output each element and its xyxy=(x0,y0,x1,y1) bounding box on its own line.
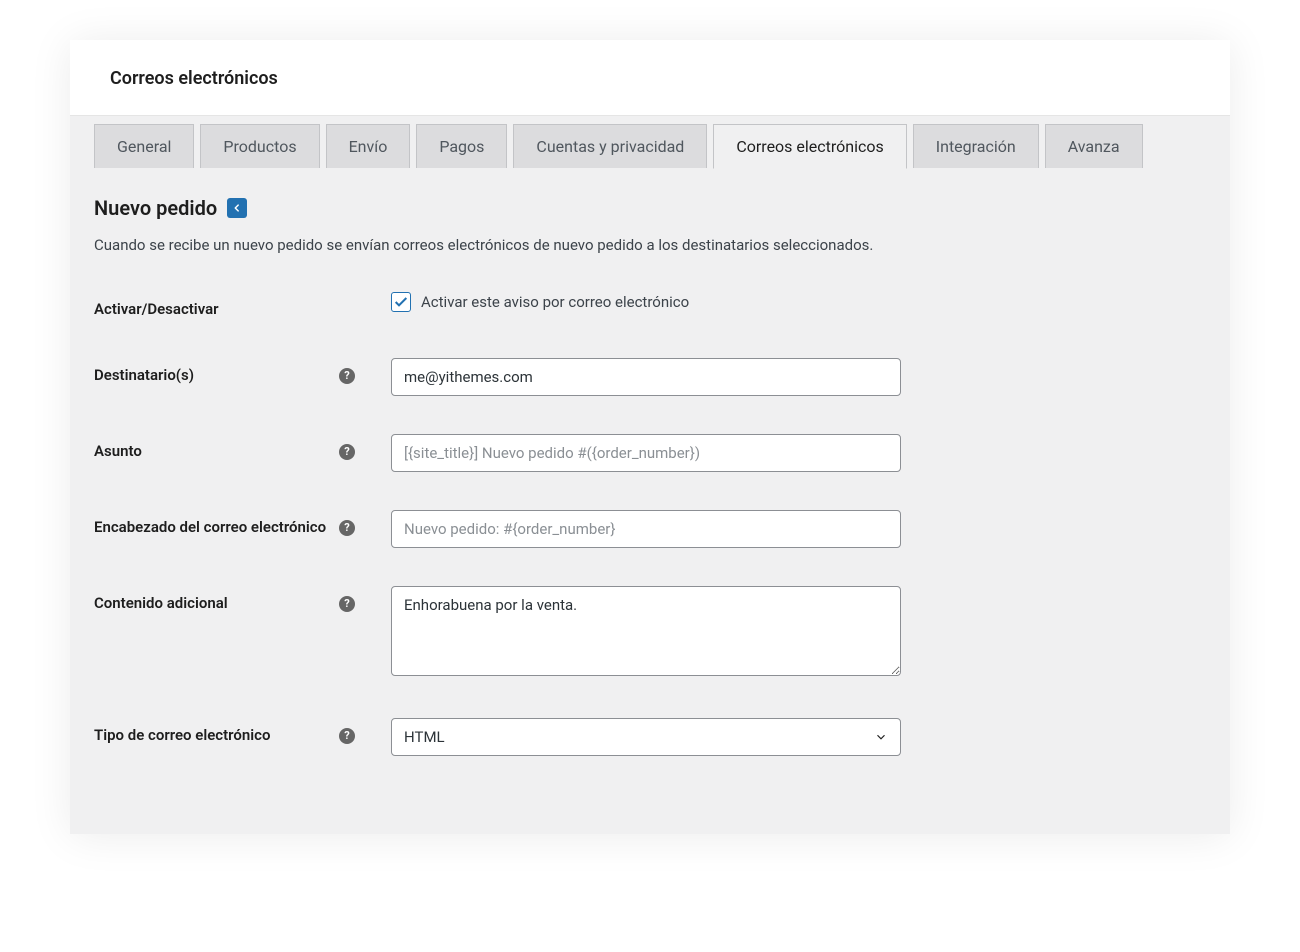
help-icon[interactable]: ? xyxy=(339,520,355,536)
tab-cuentas[interactable]: Cuentas y privacidad xyxy=(513,124,707,168)
section-description: Cuando se recibe un nuevo pedido se enví… xyxy=(94,236,1206,254)
label-subject: Asunto ? xyxy=(94,434,365,462)
field-email-type: HTML xyxy=(391,718,901,756)
tab-envio[interactable]: Envío xyxy=(326,124,411,168)
enable-checkbox[interactable] xyxy=(391,292,411,312)
row-heading: Encabezado del correo electrónico ? xyxy=(94,510,1206,548)
tab-correos[interactable]: Correos electrónicos xyxy=(713,124,906,169)
panel-header: Correos electrónicos xyxy=(70,40,1230,116)
row-enable: Activar/Desactivar Activar este aviso po… xyxy=(94,292,1206,320)
row-email-type: Tipo de correo electrónico ? HTML xyxy=(94,718,1206,756)
recipients-input[interactable] xyxy=(391,358,901,396)
field-enable: Activar este aviso por correo electrónic… xyxy=(391,292,901,312)
field-heading xyxy=(391,510,901,548)
label-enable: Activar/Desactivar xyxy=(94,292,365,320)
tab-productos[interactable]: Productos xyxy=(200,124,319,168)
email-type-value: HTML xyxy=(404,728,445,746)
section-title-row: Nuevo pedido xyxy=(94,196,1206,220)
field-recipients xyxy=(391,358,901,396)
subject-input[interactable] xyxy=(391,434,901,472)
label-recipients: Destinatario(s) ? xyxy=(94,358,365,386)
help-icon[interactable]: ? xyxy=(339,368,355,384)
section-title: Nuevo pedido xyxy=(94,196,217,220)
page-title: Correos electrónicos xyxy=(110,68,1190,89)
help-icon[interactable]: ? xyxy=(339,444,355,460)
tab-avanzado[interactable]: Avanza xyxy=(1045,124,1143,168)
tab-general[interactable]: General xyxy=(94,124,194,168)
enable-checkbox-label: Activar este aviso por correo electrónic… xyxy=(421,293,689,311)
additional-textarea[interactable]: Enhorabuena por la venta. xyxy=(391,586,901,676)
settings-panel: Correos electrónicos General Productos E… xyxy=(70,40,1230,834)
content-area: Nuevo pedido Cuando se recibe un nuevo p… xyxy=(70,168,1230,834)
label-email-type: Tipo de correo electrónico ? xyxy=(94,718,365,746)
field-additional: Enhorabuena por la venta. xyxy=(391,586,901,680)
row-additional: Contenido adicional ? Enhorabuena por la… xyxy=(94,586,1206,680)
row-subject: Asunto ? xyxy=(94,434,1206,472)
help-icon[interactable]: ? xyxy=(339,596,355,612)
chevron-down-icon xyxy=(874,730,888,744)
tab-pagos[interactable]: Pagos xyxy=(416,124,507,168)
tabs-container: General Productos Envío Pagos Cuentas y … xyxy=(70,116,1230,168)
heading-input[interactable] xyxy=(391,510,901,548)
back-icon[interactable] xyxy=(227,198,247,218)
tab-integracion[interactable]: Integración xyxy=(913,124,1039,168)
field-subject xyxy=(391,434,901,472)
label-additional: Contenido adicional ? xyxy=(94,586,365,614)
email-type-select[interactable]: HTML xyxy=(391,718,901,756)
help-icon[interactable]: ? xyxy=(339,728,355,744)
row-recipients: Destinatario(s) ? xyxy=(94,358,1206,396)
label-heading: Encabezado del correo electrónico ? xyxy=(94,510,365,538)
